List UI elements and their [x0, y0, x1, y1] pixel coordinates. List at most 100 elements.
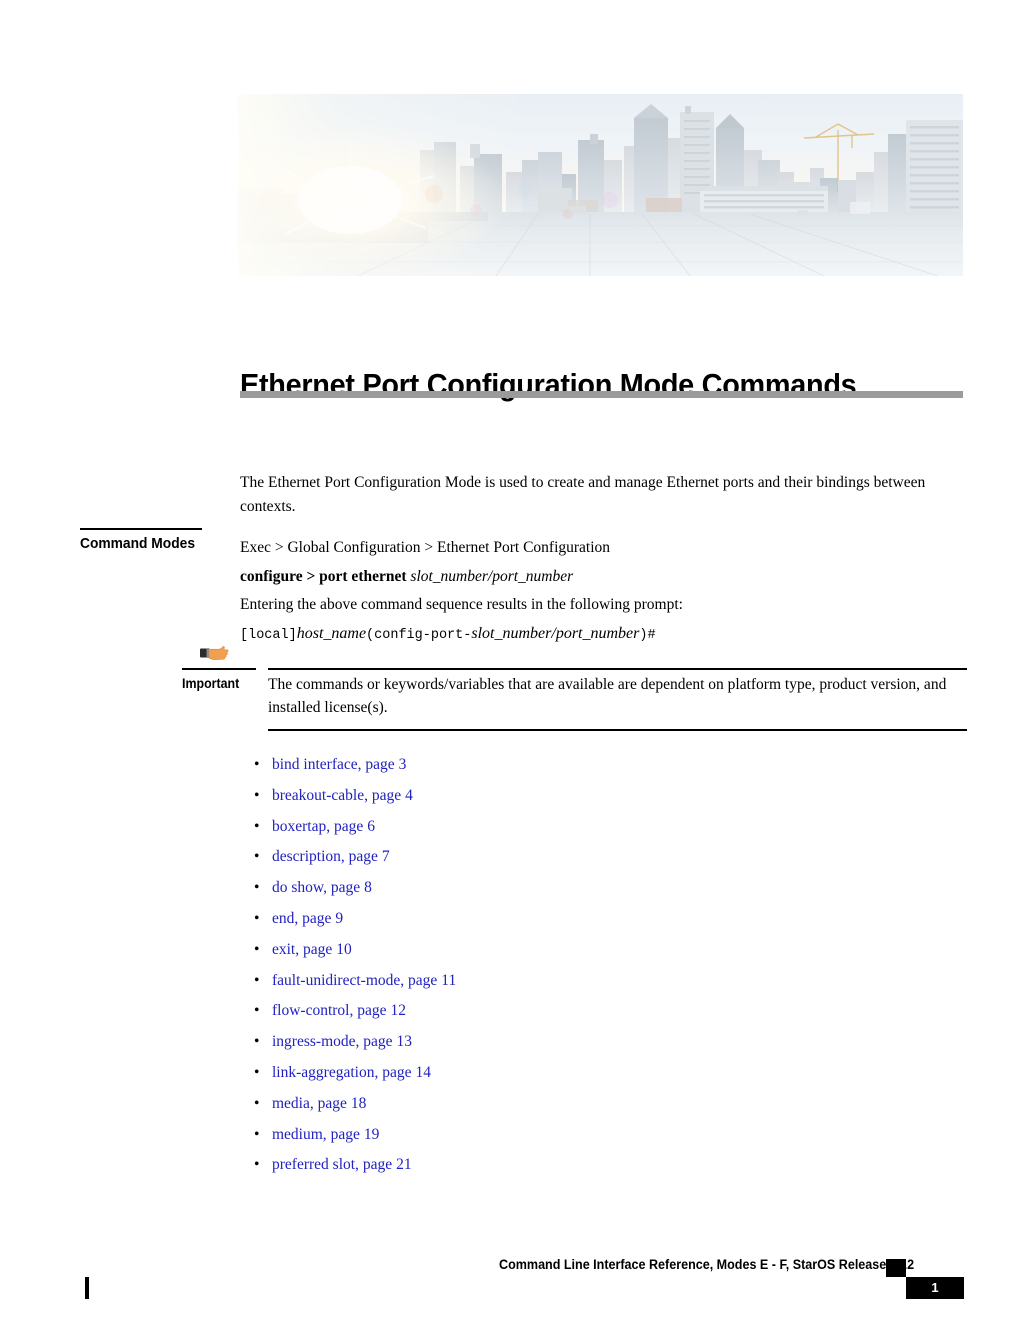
- bullet-icon: •: [254, 848, 260, 866]
- footer-title: Command Line Interface Reference, Modes …: [499, 1257, 915, 1272]
- command-link-page-number: 6: [367, 817, 375, 835]
- footer-page-number: 1: [906, 1277, 964, 1299]
- callout-label: Important: [182, 676, 240, 691]
- command-link-label: media,: [272, 1094, 314, 1112]
- command-link[interactable]: bind interface, page 3: [272, 756, 406, 773]
- list-item: • do show, page 8: [250, 873, 950, 904]
- prompt-close: )#: [639, 627, 656, 643]
- prompt-open: (config-port-: [366, 627, 472, 643]
- command-link-page-word: page: [408, 971, 438, 989]
- list-item: • fault-unidirect-mode, page 11: [250, 966, 950, 997]
- bullet-icon: •: [254, 909, 260, 927]
- command-link-page-number: 4: [405, 786, 413, 804]
- command-link-label: end,: [272, 909, 299, 927]
- command-link-page-word: page: [302, 909, 332, 927]
- command-link[interactable]: boxertap, page 6: [272, 818, 375, 835]
- chapter-banner-image: [238, 94, 963, 276]
- command-link-page-number: 11: [441, 971, 457, 989]
- command-link-page-number: 3: [398, 756, 407, 773]
- list-item: • preferred slot, page 21: [250, 1150, 950, 1181]
- command-link-page-word: page: [382, 1063, 412, 1081]
- command-link-label: boxertap,: [272, 817, 331, 835]
- command-link-page-word: page: [357, 1002, 387, 1020]
- callout-rule-bottom: [268, 729, 967, 731]
- bullet-icon: •: [254, 971, 260, 989]
- syntax-command: configure > port ethernet: [240, 567, 407, 585]
- command-link-label: fault-unidirect-mode,: [272, 971, 405, 989]
- command-link-page-number: 10: [336, 940, 352, 958]
- bullet-icon: •: [254, 1094, 260, 1112]
- bullet-icon: •: [254, 1063, 260, 1081]
- bullet-icon: •: [254, 1125, 260, 1143]
- command-link-label: medium,: [272, 1125, 327, 1143]
- command-link-page-number: 7: [381, 848, 390, 866]
- prompt-variable: slot_number/port_number: [471, 624, 640, 642]
- page-title: Ethernet Port Configuration Mode Command…: [240, 366, 857, 402]
- command-modes-note: Entering the above command sequence resu…: [240, 596, 683, 613]
- command-link-page-word: page: [330, 1125, 360, 1143]
- list-item: • media, page 18: [250, 1089, 950, 1120]
- command-link[interactable]: link-aggregation, page 14: [272, 1064, 431, 1081]
- command-link-page-word: page: [330, 879, 361, 897]
- command-link-label: link-aggregation,: [272, 1063, 379, 1081]
- command-link[interactable]: flow-control, page 12: [272, 1002, 406, 1019]
- list-item: • medium, page 19: [250, 1120, 950, 1151]
- command-link[interactable]: description, page 7: [272, 848, 390, 865]
- command-link-page-word: page: [317, 1094, 347, 1112]
- command-link-page-number: 9: [335, 909, 344, 927]
- command-link-page-number: 12: [390, 1002, 407, 1020]
- command-modes-path: Exec > Global Configuration > Ethernet P…: [240, 539, 611, 556]
- bullet-icon: •: [254, 940, 260, 958]
- command-link-label: bind interface,: [272, 756, 362, 773]
- command-link-page-number: 8: [364, 879, 372, 897]
- command-modes-prompt: [local]host_name(config-port-slot_number…: [240, 620, 960, 651]
- change-bar-mark: [85, 1277, 89, 1299]
- command-link-list: • bind interface, page 3 • breakout-cable, p…: [250, 750, 950, 1181]
- callout-text: The commands or keywords/variables that …: [268, 676, 947, 716]
- prompt-context: [local]: [240, 627, 297, 643]
- command-link-page-number: 14: [415, 1063, 431, 1081]
- list-item: • bind interface, page 3: [250, 750, 950, 781]
- prompt-hostname: host_name: [296, 624, 367, 642]
- title-underline-rule: [240, 391, 963, 398]
- intro-paragraph: The Ethernet Port Configuration Mode is …: [240, 473, 926, 515]
- command-link-page-number: 13: [396, 1033, 413, 1051]
- command-link-page-word: page: [365, 756, 395, 773]
- command-link[interactable]: preferred slot, page 21: [272, 1156, 412, 1173]
- command-link[interactable]: fault-unidirect-mode, page 11: [272, 972, 456, 989]
- command-link[interactable]: medium, page 19: [272, 1126, 379, 1143]
- bullet-icon: •: [254, 786, 260, 804]
- command-link[interactable]: media, page 18: [272, 1095, 366, 1112]
- list-item: • flow-control, page 12: [250, 996, 950, 1027]
- list-item: • breakout-cable, page 4: [250, 781, 950, 812]
- command-link[interactable]: breakout-cable, page 4: [272, 787, 413, 804]
- command-link-label: exit,: [272, 940, 300, 958]
- bullet-icon: •: [254, 756, 260, 773]
- bullet-icon: •: [254, 1156, 260, 1174]
- command-link-label: description,: [272, 848, 345, 866]
- command-link-page-word: page: [371, 786, 402, 804]
- command-link[interactable]: exit, page 10: [272, 941, 352, 958]
- command-link-page-word: page: [303, 940, 333, 958]
- command-link-label: breakout-cable,: [272, 786, 368, 804]
- command-link-page-word: page: [348, 848, 378, 866]
- list-item: • ingress-mode, page 13: [250, 1027, 950, 1058]
- command-link-page-word: page: [333, 817, 364, 835]
- command-link[interactable]: ingress-mode, page 13: [272, 1033, 412, 1050]
- command-link[interactable]: end, page 9: [272, 910, 343, 927]
- command-link-label: flow-control,: [272, 1002, 354, 1020]
- command-link-label: do show,: [272, 879, 327, 897]
- list-item: • description, page 7: [250, 842, 950, 873]
- list-item: • link-aggregation, page 14: [250, 1058, 950, 1089]
- command-modes-syntax: configure > port ethernet slot_number/po…: [240, 563, 960, 592]
- command-link-page-number: 18: [350, 1094, 367, 1112]
- bullet-icon: •: [254, 817, 260, 835]
- syntax-variable: slot_number/port_number: [410, 567, 574, 585]
- command-link-label: ingress-mode,: [272, 1033, 360, 1051]
- command-link-label: preferred slot,: [272, 1156, 359, 1174]
- footer-marker-square: [886, 1259, 906, 1277]
- pointing-hand-icon: [200, 643, 230, 663]
- command-modes-body: Exec > Global Configuration > Ethernet P…: [240, 534, 960, 650]
- command-link[interactable]: do show, page 8: [272, 879, 372, 896]
- command-link-page-word: page: [362, 1156, 393, 1174]
